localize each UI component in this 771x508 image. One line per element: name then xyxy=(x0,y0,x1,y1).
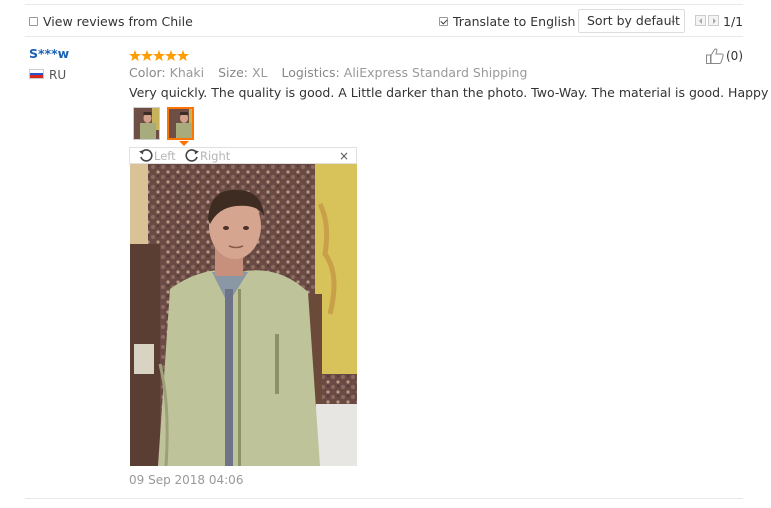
view-reviews-checkbox[interactable] xyxy=(29,17,38,26)
star-icon xyxy=(153,50,165,61)
photo-thumbnail-image xyxy=(134,108,159,139)
rotate-right-label: Right xyxy=(200,148,231,163)
reviewer-name: S***w xyxy=(29,46,70,61)
review-date: 09 Sep 2018 04:06 xyxy=(129,473,244,487)
review-photo-image xyxy=(130,164,357,466)
view-reviews-label[interactable]: View reviews from Chile xyxy=(43,14,193,29)
star-icon xyxy=(165,50,177,61)
translate-label[interactable]: Translate to English xyxy=(453,14,575,29)
review-toolbar: View reviews from Chile Translate to Eng… xyxy=(25,4,743,37)
star-icon xyxy=(177,50,189,61)
helpful-count: (0) xyxy=(726,49,743,63)
selected-thumbnail-arrow xyxy=(179,141,189,146)
rating-stars xyxy=(129,50,189,61)
translate-checkbox[interactable] xyxy=(439,17,448,26)
sort-selected: Sort by default xyxy=(587,13,680,28)
size-value: XL xyxy=(251,65,268,80)
chevron-down-icon: ⌄ xyxy=(669,16,677,26)
helpful-button[interactable]: (0) xyxy=(706,48,743,64)
rotate-right-button[interactable]: Right xyxy=(184,148,230,163)
review-photo-large xyxy=(130,164,357,466)
star-icon xyxy=(141,50,153,61)
prev-page-button[interactable] xyxy=(695,15,706,26)
sort-dropdown[interactable]: Sort by default ⌄ xyxy=(578,9,685,33)
divider xyxy=(25,498,743,499)
logistics-value: AliExpress Standard Shipping xyxy=(343,65,528,80)
chevron-right-icon xyxy=(713,18,716,24)
review-text: Very quickly. The quality is good. A Lit… xyxy=(129,85,769,100)
rotate-right-icon xyxy=(185,149,199,162)
review-photo-thumbnail[interactable] xyxy=(133,107,160,140)
close-icon[interactable]: × xyxy=(339,149,349,163)
image-viewer-toolbar: Left Right × xyxy=(129,147,357,164)
review-photo-thumbnail-selected[interactable] xyxy=(167,107,194,140)
color-value: Khaki xyxy=(169,65,205,80)
rotate-left-button[interactable]: Left xyxy=(138,148,176,163)
logistics-label: Logistics: xyxy=(281,65,340,80)
rotate-left-label: Left xyxy=(154,148,176,163)
color-label: Color: xyxy=(129,65,166,80)
photo-thumbnail-image xyxy=(169,109,192,138)
rotate-left-icon xyxy=(139,149,153,162)
size-label: Size: xyxy=(218,65,248,80)
thumbs-up-icon xyxy=(706,48,724,64)
page-indicator: 1/1 xyxy=(723,14,744,29)
order-info: Color: Khaki Size: XL Logistics: AliExpr… xyxy=(129,65,537,80)
chevron-left-icon xyxy=(699,18,702,24)
reviewer-country: RU xyxy=(49,68,67,82)
star-icon xyxy=(129,50,141,61)
next-page-button[interactable] xyxy=(708,15,719,26)
russia-flag-icon xyxy=(29,69,44,79)
